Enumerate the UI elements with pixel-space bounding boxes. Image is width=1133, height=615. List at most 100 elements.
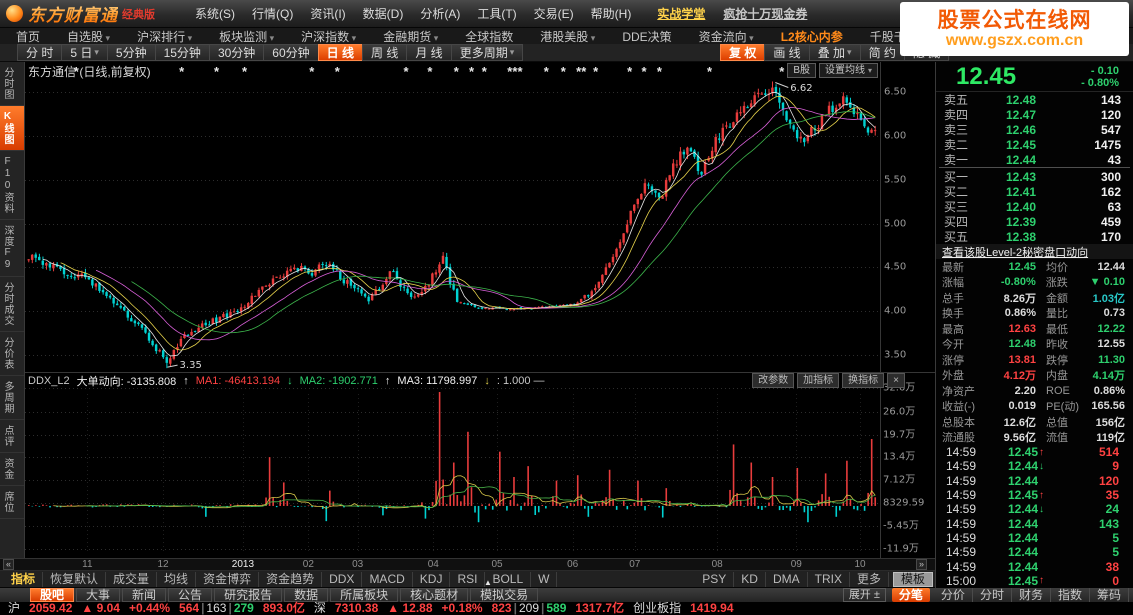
period-button[interactable]: 15分钟 (155, 44, 210, 61)
indicator-tab[interactable]: 指标 (4, 572, 43, 587)
level2-link[interactable]: 查看该股Level-2秘密盘口动向 (936, 244, 1133, 259)
indicator-tab[interactable]: W (531, 572, 557, 587)
menu-item[interactable]: 分析(A) (420, 5, 460, 22)
menu-item[interactable]: 数据(D) (363, 5, 404, 22)
tick-tab[interactable]: 财务 (1012, 588, 1051, 602)
nav-item[interactable]: DDE决策 (622, 28, 671, 45)
ddx-button[interactable]: 改参数 (752, 373, 794, 388)
menu-item[interactable]: 行情(Q) (252, 5, 293, 22)
stat-label: 净资产 (936, 383, 984, 399)
expand-button[interactable]: 展开 ± (843, 588, 886, 602)
chart-tool-button[interactable]: 叠 加▾ (809, 44, 861, 61)
info-tab[interactable]: 研究报告 (214, 588, 282, 602)
indicator-tab[interactable]: 模板 (893, 572, 933, 587)
info-tab[interactable]: 新闻 (122, 588, 166, 602)
sidebar-item[interactable]: 点评 (0, 420, 24, 453)
chart-tool-button[interactable]: 简 约 (860, 44, 905, 61)
menu-item[interactable]: 工具(T) (477, 5, 516, 22)
b-share-button[interactable]: B股 (787, 63, 816, 78)
info-tab[interactable]: 大事 (76, 588, 120, 602)
training-link[interactable]: 实战学堂 (657, 5, 705, 22)
tick-tab[interactable]: 指数 (1051, 588, 1090, 602)
indicator-tab[interactable]: 更多 (850, 572, 889, 587)
nav-item[interactable]: 金融期货 ▾ (383, 28, 438, 45)
info-tab[interactable]: 模拟交易 (470, 588, 538, 602)
promo-link[interactable]: 疯抢十万现金券 (723, 5, 807, 22)
sidebar-item[interactable]: 席位 (0, 486, 24, 519)
indicator-tab[interactable]: 成交量 (106, 572, 157, 587)
info-tab[interactable]: 数据 (284, 588, 328, 602)
bid-row: 买四12.39459 (936, 214, 1133, 229)
indicator-tab[interactable]: 资金博弈 (196, 572, 259, 587)
period-button[interactable]: 月 线 (406, 44, 451, 61)
menu-item[interactable]: 系统(S) (195, 5, 235, 22)
stat-row: 涨幅-0.80%涨跌▼ 0.10 (936, 275, 1133, 291)
tick-price: 12.45 (988, 445, 1038, 459)
indicator-tab[interactable]: 均线 (157, 572, 196, 587)
info-tab[interactable]: 所属板块 (330, 588, 398, 602)
sidebar-item[interactable]: F10资料 (0, 151, 24, 220)
tick-row: 15:0012.45↑0 (936, 574, 1133, 588)
indicator-tab[interactable]: KD (734, 572, 766, 587)
nav-item[interactable]: 港股美股 ▾ (540, 28, 595, 45)
period-button[interactable]: 5分钟 (107, 44, 156, 61)
sidebar-item[interactable]: 深度F9 (0, 220, 24, 277)
kline-canvas[interactable] (25, 62, 935, 558)
tick-tab[interactable]: 筹码 (1090, 588, 1129, 602)
indicator-tab[interactable]: DDX (322, 572, 362, 587)
nav-item[interactable]: 资金流向 ▾ (699, 28, 754, 45)
tick-tab[interactable]: 分时 (973, 588, 1012, 602)
scroll-right-button[interactable]: » (916, 559, 927, 570)
chevron-down-icon: ▾ (103, 33, 110, 43)
period-button[interactable]: 更多周期▾ (451, 44, 524, 61)
stat-row: 今开12.48昨收12.55 (936, 337, 1133, 353)
period-button[interactable]: 30分钟 (209, 44, 264, 61)
set-ma-button[interactable]: 设置均线▾ (819, 63, 878, 78)
menu-item[interactable]: 资讯(I) (310, 5, 345, 22)
nav-item[interactable]: 板块监测 ▾ (219, 28, 274, 45)
chevron-down-icon: ▾ (431, 33, 438, 43)
indicator-tab[interactable]: BOLL (485, 572, 531, 587)
menu-item[interactable]: 交易(E) (534, 5, 574, 22)
indicator-tab[interactable]: TRIX (808, 572, 850, 587)
nav-item[interactable]: 全球指数 (465, 28, 513, 45)
sidebar-item[interactable]: 分价表 (0, 332, 24, 376)
ddx-button[interactable]: 换指标 (842, 373, 884, 388)
scroll-up-icon[interactable]: ▲ (484, 578, 492, 587)
nav-item[interactable]: 沪深排行 ▾ (137, 28, 192, 45)
menu-item[interactable]: 帮助(H) (591, 5, 632, 22)
chart-tool-button[interactable]: 画 线 (764, 44, 809, 61)
sidebar-item[interactable]: 多周期 (0, 376, 24, 420)
nav-item[interactable]: L2核心内参 (781, 28, 843, 45)
period-button[interactable]: 分 时 (17, 44, 62, 61)
period-button[interactable]: 5 日▾ (61, 44, 108, 61)
nav-item[interactable]: 沪深指数 ▾ (301, 28, 356, 45)
indicator-tab[interactable]: DMA (766, 572, 808, 587)
logo-edition: 经典版 (122, 6, 155, 22)
nav-item[interactable]: 自选股 ▾ (67, 28, 110, 45)
sidebar-item[interactable]: 资金 (0, 453, 24, 486)
info-tab[interactable]: 公告 (168, 588, 212, 602)
sidebar-item[interactable]: 分时成交 (0, 277, 24, 332)
quote-header: 12.45 - 0.10 - 0.80% (936, 62, 1133, 92)
sidebar-item[interactable]: 分时图 (0, 62, 24, 106)
tick-tab[interactable]: 分价 (934, 588, 973, 602)
period-button[interactable]: 周 线 (362, 44, 407, 61)
period-button[interactable]: 日 线 (318, 44, 363, 61)
indicator-tab[interactable]: PSY (695, 572, 734, 587)
nav-item[interactable]: 首页 (16, 28, 40, 45)
info-tab[interactable]: 核心题材 (400, 588, 468, 602)
indicator-tab[interactable]: RSI (450, 572, 485, 587)
info-tab[interactable]: 股吧 (30, 588, 74, 602)
indicator-tab[interactable]: 资金趋势 (259, 572, 322, 587)
indicator-tab[interactable]: KDJ (413, 572, 451, 587)
indicator-tab[interactable]: 恢复默认 (43, 572, 106, 587)
tick-tab[interactable]: 分笔 (892, 588, 930, 602)
chart-tool-button[interactable]: 复 权 (720, 44, 765, 61)
indicator-tab[interactable]: MACD (362, 572, 412, 587)
period-button[interactable]: 60分钟 (263, 44, 318, 61)
sidebar-item[interactable]: K线图 (0, 106, 24, 151)
close-indicator-button[interactable]: × (887, 373, 905, 388)
scroll-left-button[interactable]: « (3, 559, 14, 570)
ddx-button[interactable]: 加指标 (797, 373, 839, 388)
